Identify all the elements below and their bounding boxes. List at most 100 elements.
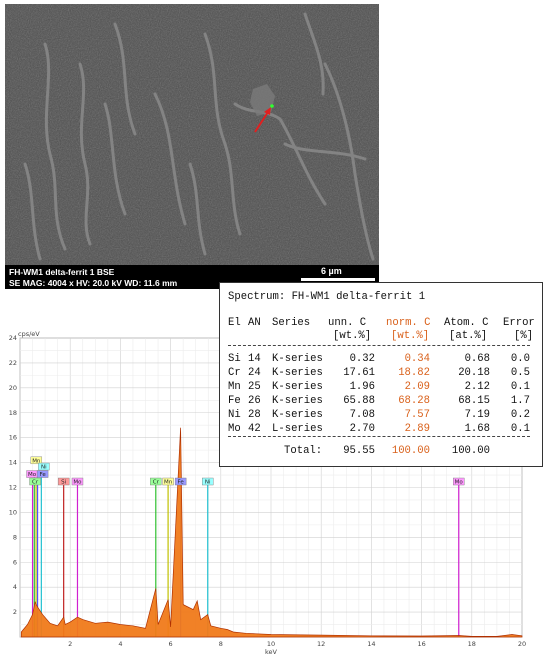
table-cell-error: 0.5 (510, 367, 530, 379)
table-cell-element: Mo (228, 423, 241, 435)
total-norm: 100.00 (391, 445, 430, 457)
header-error: Error (503, 317, 535, 329)
table-cell-series: K-series (272, 353, 323, 365)
table-divider (228, 345, 530, 346)
scale-bar (301, 278, 375, 281)
table-cell-an: 24 (248, 367, 261, 379)
table-cell-atom: 7.19 (464, 409, 490, 421)
y-tick-label: 8 (13, 533, 17, 541)
table-cell-unn: 2.70 (349, 423, 375, 435)
table-cell-series: K-series (272, 395, 323, 407)
header-an: AN (248, 317, 261, 329)
element-tag-label: Cr (153, 480, 160, 486)
element-tag-label: Mn (164, 480, 173, 486)
element-tag-label: Ni (205, 480, 211, 486)
x-tick-label: 12 (317, 640, 325, 648)
y-tick-label: 16 (9, 434, 17, 442)
y-tick-label: 18 (9, 409, 17, 417)
table-cell-an: 14 (248, 353, 261, 365)
sem-micrograph: FH-WM1 delta-ferrit 1 BSE SE MAG: 4004 x… (5, 4, 379, 289)
sem-image (5, 4, 379, 289)
total-label: Total: (284, 445, 323, 457)
table-cell-an: 26 (248, 395, 261, 407)
element-tag-label: Mo (73, 480, 82, 486)
quantification-table: Spectrum: FH-WM1 delta-ferrit 1 El AN Seri… (219, 282, 543, 467)
table-cell-element: Ni (228, 409, 241, 421)
table-cell-error: 0.1 (510, 381, 530, 393)
x-tick-label: 18 (468, 640, 476, 648)
table-cell-norm: 68.28 (398, 395, 430, 407)
x-axis-label: keV (265, 648, 278, 656)
table-cell-an: 28 (248, 409, 261, 421)
x-tick-label: 10 (267, 640, 275, 648)
table-cell-unn: 65.88 (343, 395, 375, 407)
table-cell-an: 25 (248, 381, 261, 393)
table-cell-series: K-series (272, 367, 323, 379)
table-cell-unn: 0.32 (349, 353, 375, 365)
header-atom: Atom. C (444, 317, 489, 329)
table-divider (228, 436, 530, 437)
y-tick-label: 6 (13, 558, 17, 566)
x-tick-label: 4 (118, 640, 122, 648)
x-tick-label: 14 (367, 640, 375, 648)
header-norm: norm. C (386, 317, 431, 329)
table-cell-an: 42 (248, 423, 261, 435)
table-cell-norm: 2.89 (404, 423, 430, 435)
table-cell-atom: 0.68 (464, 353, 490, 365)
total-unn: 95.55 (343, 445, 375, 457)
sem-caption-line2: SE MAG: 4004 x HV: 20.0 kV WD: 11.6 mm (9, 278, 178, 288)
table-cell-error: 0.2 (510, 409, 530, 421)
y-tick-label: 10 (9, 508, 17, 516)
x-tick-label: 6 (169, 640, 173, 648)
x-tick-label: 20 (518, 640, 526, 648)
table-cell-element: Mn (228, 381, 241, 393)
x-tick-label: 2 (68, 640, 72, 648)
y-tick-label: 14 (9, 459, 17, 467)
header-unn: unn. C (328, 317, 367, 329)
table-cell-series: L-series (272, 423, 323, 435)
table-cell-norm: 18.82 (398, 367, 430, 379)
table-cell-norm: 7.57 (404, 409, 430, 421)
element-tag-label: Cr (32, 480, 39, 486)
y-tick-label: 20 (9, 384, 17, 392)
table-cell-element: Fe (228, 395, 241, 407)
table-cell-error: 0.1 (510, 423, 530, 435)
unit-norm: [wt.%] (391, 330, 430, 342)
x-tick-label: 8 (219, 640, 223, 648)
table-cell-element: Si (228, 353, 241, 365)
y-tick-label: 22 (9, 359, 17, 367)
table-cell-error: 1.7 (510, 395, 530, 407)
element-tag-label: Mo (455, 480, 464, 486)
x-tick-label: 16 (417, 640, 425, 648)
unit-atom: [at.%] (449, 330, 488, 342)
scale-bar-label: 6 µm (321, 266, 342, 276)
y-tick-label: 12 (9, 484, 17, 492)
table-cell-atom: 20.18 (458, 367, 490, 379)
total-atom: 100.00 (451, 445, 490, 457)
y-tick-label: 2 (13, 608, 17, 616)
element-tag-label: Si (61, 480, 66, 486)
table-cell-series: K-series (272, 409, 323, 421)
table-cell-norm: 0.34 (404, 353, 430, 365)
y-tick-label: 24 (9, 334, 17, 342)
element-tag-label: Ni (41, 465, 47, 471)
table-cell-error: 0.0 (510, 353, 530, 365)
table-cell-norm: 2.09 (404, 381, 430, 393)
element-tag-label: Mo (28, 472, 37, 478)
header-el: El (228, 317, 241, 329)
y-tick-label: 4 (13, 583, 17, 591)
table-cell-atom: 2.12 (464, 381, 490, 393)
table-cell-atom: 1.68 (464, 423, 490, 435)
table-cell-unn: 1.96 (349, 381, 375, 393)
unit-unn: [wt.%] (333, 330, 372, 342)
y-axis-label: cps/eV (18, 330, 40, 338)
header-series: Series (272, 317, 311, 329)
table-cell-element: Cr (228, 367, 241, 379)
element-tag-label: Fe (178, 480, 185, 486)
table-cell-atom: 68.15 (458, 395, 490, 407)
sem-caption-line1: FH-WM1 delta-ferrit 1 BSE (9, 267, 115, 277)
table-cell-unn: 7.08 (349, 409, 375, 421)
table-title: Spectrum: FH-WM1 delta-ferrit 1 (228, 291, 426, 303)
unit-error: [%] (514, 330, 534, 342)
element-tag-label: Fe (39, 472, 46, 478)
